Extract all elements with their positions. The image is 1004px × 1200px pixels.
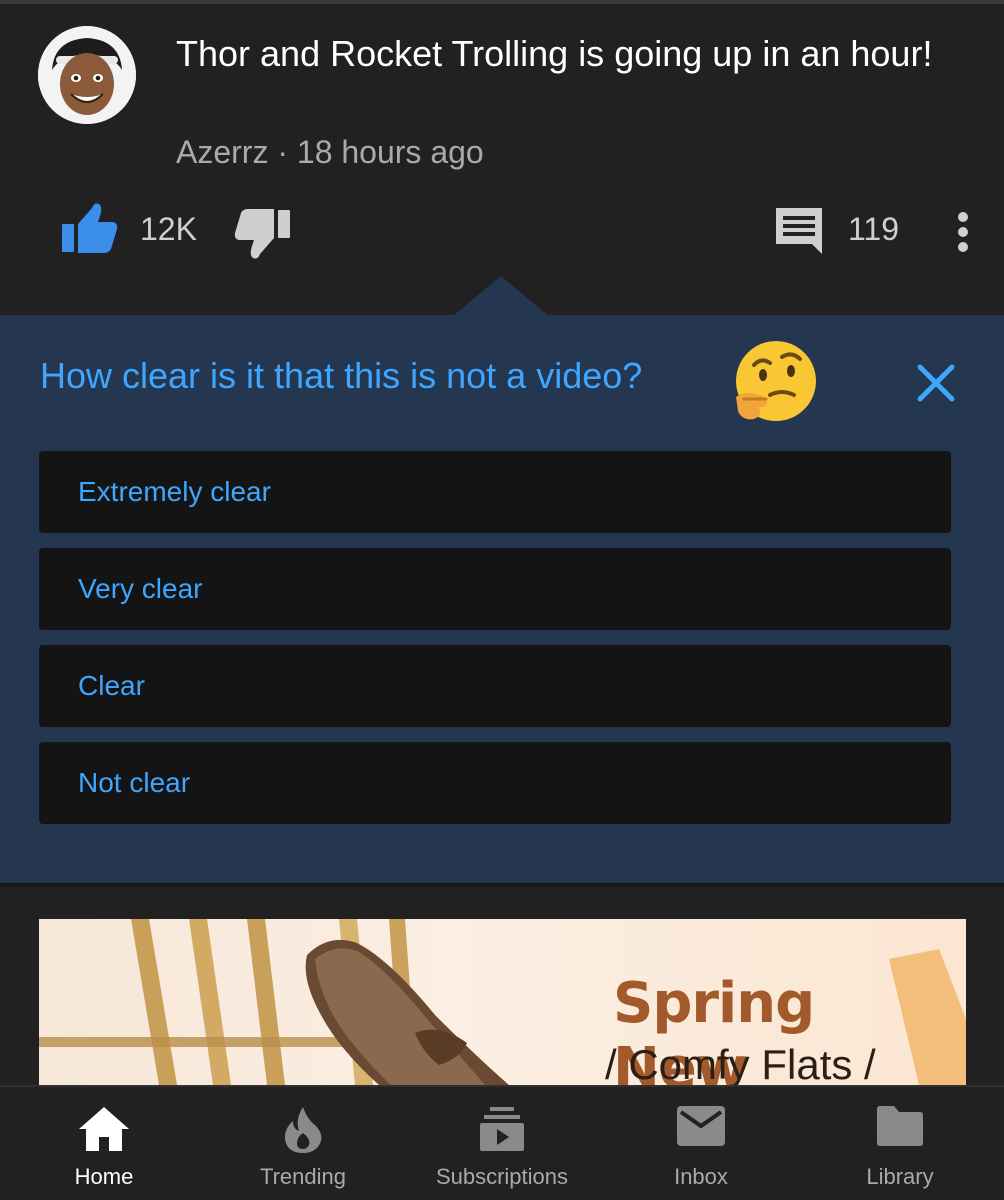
comment-icon[interactable] xyxy=(772,204,826,258)
comment-count: 119 xyxy=(848,211,900,247)
mail-icon xyxy=(677,1106,725,1146)
nav-trending[interactable]: Trending xyxy=(203,1087,403,1200)
survey-option-clear[interactable]: Clear xyxy=(39,645,951,727)
survey-option-very-clear[interactable]: Very clear xyxy=(39,548,951,630)
survey-option-extremely-clear[interactable]: Extremely clear xyxy=(39,451,951,533)
thumbs-up-icon[interactable] xyxy=(58,200,120,256)
survey-panel: How clear is it that this is not a video… xyxy=(0,315,1004,883)
post-meta: Azerrz · 18 hours ago xyxy=(176,134,484,171)
nav-label-trending: Trending xyxy=(259,1164,346,1189)
survey-option-not-clear[interactable]: Not clear xyxy=(39,742,951,824)
folder-icon xyxy=(877,1106,923,1146)
section-divider xyxy=(0,883,1004,887)
thinking-face-icon xyxy=(736,341,816,421)
survey-question: How clear is it that this is not a video… xyxy=(40,355,643,396)
ad-banner[interactable]: Spring New / Comfy Flats / xyxy=(39,919,966,1085)
ad-subline: / Comfy Flats / xyxy=(605,1041,876,1085)
nav-label-library: Library xyxy=(866,1164,934,1189)
close-icon[interactable] xyxy=(914,361,958,405)
nav-label-home: Home xyxy=(74,1164,134,1189)
nav-library[interactable]: Library xyxy=(800,1087,1000,1200)
subscriptions-icon xyxy=(480,1107,524,1151)
thumbs-down-icon[interactable] xyxy=(234,206,294,262)
like-count: 12K xyxy=(140,211,197,247)
nav-subscriptions[interactable]: Subscriptions xyxy=(402,1087,602,1200)
bottom-navigation: Home Trending Subscriptions Inbox Librar… xyxy=(0,1085,1004,1200)
nav-home[interactable]: Home xyxy=(4,1087,204,1200)
post-time: 18 hours ago xyxy=(296,134,484,170)
post-title: Thor and Rocket Trolling is going up in … xyxy=(176,33,933,74)
home-icon xyxy=(79,1107,129,1151)
channel-avatar[interactable] xyxy=(38,26,136,124)
more-options-icon[interactable] xyxy=(950,209,976,255)
nav-label-subscriptions: Subscriptions xyxy=(435,1164,569,1189)
nav-inbox[interactable]: Inbox xyxy=(601,1087,801,1200)
fire-icon xyxy=(284,1107,322,1153)
meta-separator: · xyxy=(277,134,288,170)
nav-label-inbox: Inbox xyxy=(674,1164,728,1189)
post-author[interactable]: Azerrz xyxy=(176,134,268,170)
survey-pointer xyxy=(453,276,549,316)
community-post: Thor and Rocket Trolling is going up in … xyxy=(0,4,1004,315)
